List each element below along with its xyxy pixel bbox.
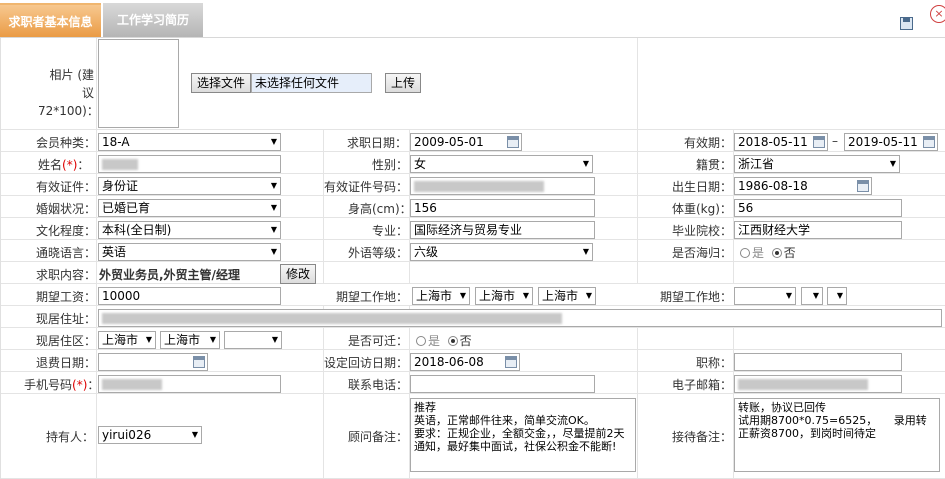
salary-input[interactable]: 10000 — [98, 287, 281, 305]
birth-input[interactable]: 1986-08-18 — [734, 177, 872, 195]
job-date-input[interactable]: 2009-05-01 — [410, 133, 522, 151]
title-input[interactable] — [734, 353, 902, 371]
area-select-2[interactable]: 上海市 ▼ — [160, 331, 220, 349]
member-type-select[interactable]: 18-A ▼ — [98, 133, 281, 151]
school-input[interactable]: 江西财经大学 — [734, 221, 902, 239]
title-label: 职称： — [696, 356, 733, 370]
advisor-note-textarea[interactable]: 推荐 英语，正常邮件往来，简单交流OK。 要求：正规企业，全额交金，，尽量提前2… — [410, 398, 636, 472]
work-place-select-5[interactable]: ▼ — [801, 287, 823, 305]
job-content-value: 外贸业务员,外贸主管/经理 — [99, 268, 240, 282]
mobile-input[interactable] — [98, 375, 281, 393]
email-label: 电子邮箱： — [672, 378, 733, 392]
major-label: 专业： — [372, 224, 409, 238]
work-place-select-6[interactable]: ▼ — [827, 287, 847, 305]
choose-file-button[interactable]: 选择文件 — [191, 73, 251, 93]
returnee-no-radio — [771, 248, 782, 258]
advisor-note-label: 顾问备注： — [348, 430, 409, 444]
address-input[interactable] — [98, 309, 942, 327]
education-select[interactable]: 本科(全日制) ▼ — [98, 221, 281, 239]
calendar-icon — [193, 356, 205, 368]
tab-basic-info[interactable]: 求职者基本信息 — [0, 3, 101, 37]
native-label: 籍贯： — [696, 158, 733, 172]
marriage-label: 婚姻状况： — [36, 202, 97, 216]
work-place-label: 期望工作地： — [336, 290, 409, 304]
calendar-icon — [507, 136, 519, 148]
height-label: 身高(cm)： — [348, 202, 412, 216]
gender-label: 性别： — [372, 158, 409, 172]
name-input[interactable] — [98, 155, 281, 173]
returnee-radio-group[interactable]: 是 否 — [740, 244, 796, 261]
reception-note-textarea[interactable]: 转账，协议已回传 试用期8700*0.75=6525， 录用转正薪资8700，到… — [734, 398, 940, 472]
foreign-level-label: 外语等级： — [348, 246, 409, 260]
email-input[interactable] — [734, 375, 902, 393]
major-input[interactable]: 国际经济与贸易专业 — [410, 221, 595, 239]
marriage-select[interactable]: 已婚已育 ▼ — [98, 199, 281, 217]
relocate-yes-radio — [416, 336, 426, 346]
returnee-label: 是否海归： — [672, 246, 733, 260]
close-icon[interactable]: × — [930, 5, 945, 23]
save-icon[interactable] — [900, 17, 913, 30]
work-place-select-3[interactable]: 上海市 ▼ — [538, 287, 596, 305]
work-place-select-1[interactable]: 上海市 ▼ — [412, 287, 470, 305]
school-label: 毕业院校： — [672, 224, 733, 238]
area-select-1[interactable]: 上海市 ▼ — [98, 331, 156, 349]
relocate-radio-group[interactable]: 是 否 — [416, 332, 472, 349]
member-type-label: 会员种类： — [36, 136, 97, 150]
valid-period-label: 有效期： — [684, 136, 733, 150]
area-select-3[interactable]: ▼ — [224, 331, 282, 349]
refund-date-input[interactable] — [98, 353, 208, 371]
calendar-icon — [813, 136, 825, 148]
upload-button[interactable]: 上传 — [385, 73, 421, 93]
address-label: 现居住址： — [36, 312, 97, 326]
relocate-no-radio — [447, 336, 458, 346]
reception-note-label: 接待备注： — [672, 430, 733, 444]
job-date-label: 求职日期： — [347, 136, 408, 150]
holder-label: 持有人： — [46, 430, 95, 444]
height-input[interactable]: 156 — [410, 199, 595, 217]
weight-label: 体重(kg)： — [672, 202, 732, 216]
work-place-select-2[interactable]: 上海市 ▼ — [475, 287, 533, 305]
file-name-display: 未选择任何文件 — [251, 73, 372, 93]
relocate-label: 是否可迁： — [348, 334, 409, 348]
revisit-date-input[interactable]: 2018-06-08 — [410, 353, 520, 371]
calendar-icon — [857, 180, 869, 192]
tab-bar: 求职者基本信息 工作学习简历 × — [0, 0, 945, 38]
valid-to-input[interactable]: 2019-05-11 — [844, 133, 938, 151]
id-type-select[interactable]: 身份证 ▼ — [98, 177, 281, 195]
calendar-icon — [923, 136, 935, 148]
mobile-label: 手机号码(*)： — [24, 378, 100, 392]
native-select[interactable]: 浙江省 ▼ — [734, 155, 900, 173]
language-label: 通晓语言： — [36, 246, 97, 260]
gender-select[interactable]: 女 ▼ — [410, 155, 593, 173]
foreign-level-select[interactable]: 六级 ▼ — [410, 243, 593, 261]
returnee-yes-radio — [740, 248, 750, 258]
photo-label: 相片 (建议72*100)： — [38, 68, 99, 118]
area-label: 现居住区： — [36, 334, 97, 348]
refund-date-label: 退费日期： — [36, 356, 97, 370]
id-type-label: 有效证件： — [36, 180, 97, 194]
name-label: 姓名(*)： — [38, 158, 90, 172]
language-select[interactable]: 英语 ▼ — [98, 243, 281, 261]
work-place-label-2: 期望工作地： — [660, 290, 733, 304]
valid-from-input[interactable]: 2018-05-11 — [734, 133, 828, 151]
weight-input[interactable]: 56 — [734, 199, 902, 217]
revisit-date-label: 设定回访日期： — [324, 356, 409, 370]
calendar-icon — [505, 356, 517, 368]
tab-work-study-resume[interactable]: 工作学习简历 — [103, 3, 203, 37]
valid-period-separator: – — [832, 134, 838, 148]
education-label: 文化程度： — [36, 224, 97, 238]
phone-input[interactable] — [410, 375, 595, 393]
holder-select[interactable]: yirui026 ▼ — [98, 426, 202, 444]
id-no-label: 有效证件号码： — [324, 180, 409, 194]
birth-label: 出生日期： — [672, 180, 733, 194]
work-place-select-4[interactable]: ▼ — [734, 287, 796, 305]
job-content-label: 求职内容： — [36, 268, 97, 282]
phone-label: 联系电话： — [348, 378, 409, 392]
modify-button[interactable]: 修改 — [280, 264, 316, 284]
photo-preview — [98, 39, 179, 128]
id-no-input[interactable] — [410, 177, 595, 195]
salary-label: 期望工资： — [36, 290, 97, 304]
